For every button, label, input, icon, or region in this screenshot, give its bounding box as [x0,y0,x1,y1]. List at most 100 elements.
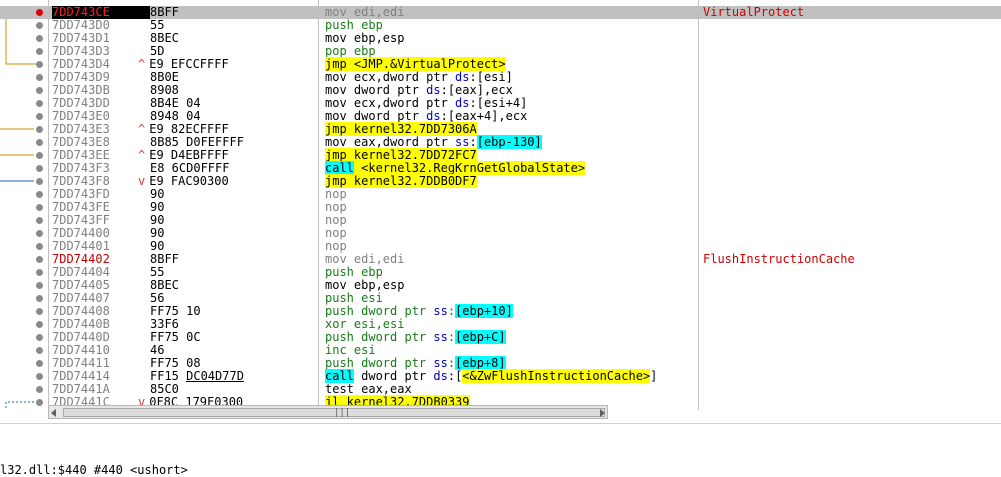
instruction-token: ds [455,70,470,84]
row-bytes-text: 90 [150,226,165,240]
instruction-token: push [325,18,362,32]
instruction-token: mov edi,edi [325,5,405,19]
instruction-token: : [447,356,456,370]
row-bytes-text: 8B0E [150,70,179,84]
breakpoint-dot-icon[interactable] [36,9,43,16]
instruction-token: ss [455,135,470,149]
instruction-token: mov edi,edi [325,252,405,266]
row-label-comment: FlushInstructionCache [703,252,855,266]
row-bytes: 8BFF [150,253,315,266]
row-bytes-text: 85C0 [150,382,179,396]
instruction-token: [ebp+8] [455,356,506,370]
breakpoint-dot-icon[interactable] [36,295,43,302]
instruction-token: jmp <JMP.&VirtualProtect> [325,57,506,71]
row-bytes: FF75 0C [150,331,315,344]
instruction-token: jmp kernel32.7DD7306A [325,122,477,136]
instruction-token: [ebp+C] [455,330,506,344]
breakpoint-dot-icon[interactable] [36,360,43,367]
breakpoint-dot-icon[interactable] [36,191,43,198]
breakpoint-dot-icon[interactable] [36,321,43,328]
breakpoint-dot-icon[interactable] [36,308,43,315]
breakpoint-dot-icon[interactable] [36,61,43,68]
row-bytes-text: E9 EFCCFFFF [149,57,229,71]
row-bytes: 90 [150,201,315,214]
instruction-token: jmp kernel32.7DD72FC7 [325,148,477,162]
breakpoint-dot-icon[interactable] [36,269,43,276]
instruction-token: :[eax],ecx [440,83,513,97]
instruction-token: :[esi+4] [469,96,528,110]
instruction-token: jmp kernel32.7DDB0DF7 [325,174,477,188]
breakpoint-dot-icon[interactable] [36,152,43,159]
instruction-token: : [469,135,477,149]
breakpoint-dot-icon[interactable] [36,386,43,393]
breakpoint-dot-icon[interactable] [36,87,43,94]
row-instruction: mov ebp,esp [325,32,695,45]
jump-direction-icon: ^ [138,57,146,71]
instruction-token: ] [650,369,658,383]
instruction-token: push ebp [325,265,383,279]
breakpoint-dot-icon[interactable] [36,22,43,29]
row-bytes: 90 [150,188,315,201]
row-bytes-text: 90 [150,213,165,227]
breakpoint-dot-icon[interactable] [36,35,43,42]
breakpoint-dot-icon[interactable] [36,399,43,406]
instruction-token: :[eax+4],ecx [440,109,528,123]
breakpoint-dot-icon[interactable] [36,243,43,250]
breakpoint-dot-icon[interactable] [36,113,43,120]
row-bytes-text: 55 [150,18,165,32]
instruction-token: push dword ptr [325,304,434,318]
instruction-token: mov dword ptr [325,109,427,123]
instruction-token: test eax,eax [325,382,412,396]
breakpoint-dot-icon[interactable] [36,347,43,354]
instruction-token: mov ecx,dword ptr [325,70,456,84]
instruction-token: [ebp+10] [455,304,513,318]
breakpoint-dot-icon[interactable] [36,256,43,263]
breakpoint-dot-icon[interactable] [36,48,43,55]
breakpoint-dot-icon[interactable] [36,230,43,237]
info-panel: l32.dll:$440 #440 <ushort> [0,423,1001,476]
row-bytes-text: E9 FAC90300 [149,174,229,188]
row-bytes: 8BEC [150,32,315,45]
instruction-token: mov ecx,dword ptr [325,96,456,110]
info-text: l32.dll:$440 #440 <ushort> [0,463,188,477]
scroll-right-icon[interactable] [600,409,605,417]
breakpoint-dot-icon[interactable] [36,100,43,107]
instruction-token: ds [426,83,441,97]
row-bytes-text: 5D [150,44,165,58]
instruction-token: ebp [361,18,383,32]
instruction-token: dword ptr [353,369,434,383]
row-bytes-text: 46 [150,343,165,357]
breakpoint-dot-icon[interactable] [36,178,43,185]
breakpoint-dot-icon[interactable] [36,139,43,146]
breakpoint-dot-icon[interactable] [36,204,43,211]
row-bytes-text: 8BFF [150,5,179,19]
breakpoint-dot-icon[interactable] [36,334,43,341]
row-bytes-text: 90 [150,187,165,201]
instruction-token: mov ebp,esp [325,31,405,45]
jump-direction-icon: v [138,174,146,188]
row-instruction: push dword ptr ss:[ebp+C] [325,330,695,344]
disassembly-view[interactable]: 7DD743CE 8BFF mov edi,edi VirtualProtect 7DD… [0,0,1001,410]
breakpoint-dot-icon[interactable] [36,282,43,289]
instruction-token: ss [433,304,448,318]
breakpoint-dot-icon[interactable] [36,165,43,172]
instruction-token: mov eax,dword ptr [325,135,456,149]
row-instruction: jmp kernel32.7DDB0DF7 [325,174,695,188]
row-bytes-text: 8BFF [150,252,179,266]
row-bytes-text: 56 [150,291,165,305]
scroll-left-icon[interactable] [51,409,56,417]
row-instruction: nop [325,201,695,214]
breakpoint-dot-icon[interactable] [36,74,43,81]
row-bytes-text: 8BEC [150,31,179,45]
breakpoint-dot-icon[interactable] [36,126,43,133]
horizontal-scrollbar[interactable]: ||| [48,405,608,419]
breakpoint-dot-icon[interactable] [36,373,43,380]
scroll-thumb[interactable]: ||| [63,408,605,418]
row-bytes-text: 90 [150,200,165,214]
instruction-token: [ebp-130] [476,135,542,149]
instruction-token: ss [433,330,448,344]
breakpoint-dot-icon[interactable] [36,217,43,224]
instruction-token: :[esi] [469,70,513,84]
row-bytes-text: 90 [150,239,165,253]
instruction-token: mov ebp,esp [325,278,405,292]
